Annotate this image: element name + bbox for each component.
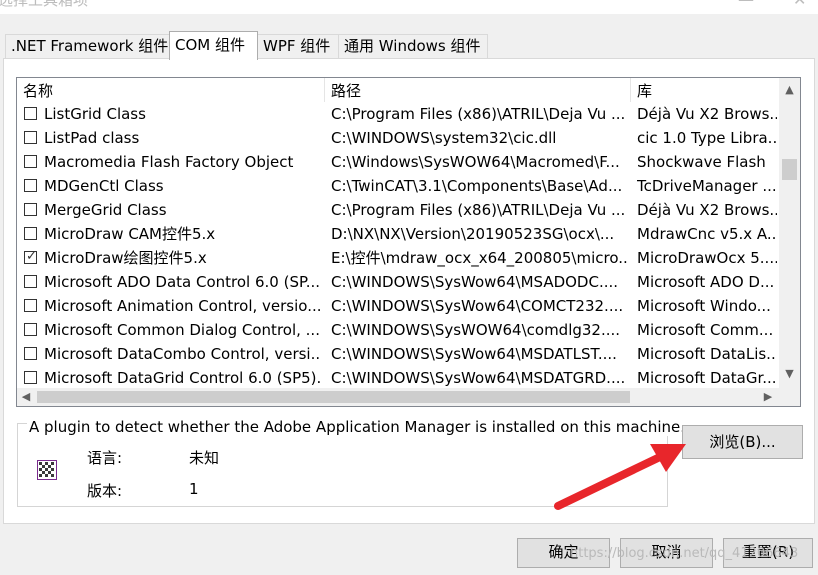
horizontal-scroll-thumb[interactable]	[37, 391, 630, 403]
row-library: Microsoft DataGr...	[637, 369, 777, 387]
list-item[interactable]: Microsoft DataGrid Control 6.0 (SP5)... C…	[17, 366, 779, 390]
list-item[interactable]: Microsoft DataCombo Control, versi... C:\…	[17, 342, 779, 366]
minimize-icon[interactable]: —	[738, 0, 754, 9]
row-checkbox[interactable]	[24, 371, 37, 384]
language-label: 语言:	[87, 449, 123, 467]
row-checkbox[interactable]	[24, 179, 37, 192]
vertical-scroll-thumb[interactable]	[782, 159, 797, 180]
scroll-down-icon[interactable]: ▼	[779, 365, 800, 382]
window-title: 选择工具箱项	[0, 0, 89, 9]
row-path: C:\WINDOWS\SysWow64\COMCT232....	[331, 297, 624, 315]
column-header-name[interactable]: 名称	[17, 78, 325, 102]
column-header-path[interactable]: 路径	[325, 78, 631, 102]
row-checkbox[interactable]	[24, 347, 37, 360]
row-name: MicroDraw绘图控件5.x	[44, 249, 207, 267]
list-item[interactable]: Microsoft ADO Data Control 6.0 (SP... C:\…	[17, 270, 779, 294]
list-item[interactable]: ListGrid Class C:\Program Files (x86)\ATR…	[17, 102, 779, 126]
column-header-library[interactable]: 库	[631, 78, 779, 102]
list-item[interactable]: Macromedia Flash Factory Object C:\Window…	[17, 150, 779, 174]
horizontal-scrollbar[interactable]: ◀ ▶	[17, 388, 779, 406]
row-library: Microsoft Comm...	[637, 321, 774, 339]
row-checkbox[interactable]	[24, 323, 37, 336]
language-value: 未知	[189, 449, 220, 467]
row-path: C:\WINDOWS\SysWow64\MSDATGRD....	[331, 369, 626, 387]
row-name: MergeGrid Class	[44, 201, 167, 219]
component-icon	[37, 460, 57, 480]
watermark-text: https://blog.csdn.net/qq_41206643	[570, 546, 799, 561]
version-label: 版本:	[87, 482, 123, 500]
row-checkbox[interactable]	[24, 275, 37, 288]
row-library: Déjà Vu X2 Brows...	[637, 201, 777, 219]
row-name: Macromedia Flash Factory Object	[44, 153, 294, 171]
row-library: MicroDrawOcx 5....	[637, 249, 777, 267]
list-item[interactable]: ListPad class C:\WINDOWS\system32\cic.dll…	[17, 126, 779, 150]
row-checkbox[interactable]	[24, 155, 37, 168]
scroll-left-icon[interactable]: ◀	[17, 388, 35, 406]
list-rows: ListGrid Class C:\Program Files (x86)\ATR…	[17, 102, 779, 392]
list-item[interactable]: MDGenCtl Class C:\TwinCAT\3.1\Components\…	[17, 174, 779, 198]
row-name: Microsoft DataGrid Control 6.0 (SP5)...	[44, 369, 321, 387]
row-name: MDGenCtl Class	[44, 177, 164, 195]
row-path: C:\WINDOWS\SysWow64\MSADODC....	[331, 273, 619, 291]
scroll-right-icon[interactable]: ▶	[759, 388, 777, 406]
row-library: Déjà Vu X2 Brows...	[637, 105, 777, 123]
annotation-arrow-icon	[554, 444, 686, 510]
row-library: MdrawCnc v5.x A...	[637, 225, 777, 243]
row-path: E:\控件\mdraw_ocx_x64_200805\micro...	[331, 249, 629, 267]
list-item[interactable]: Microsoft Common Dialog Control, ... C:\W…	[17, 318, 779, 342]
row-name: Microsoft Animation Control, versio...	[44, 297, 321, 315]
row-path: C:\Program Files (x86)\ATRIL\Deja Vu ...	[331, 105, 626, 123]
scroll-up-icon[interactable]: ▲	[779, 81, 800, 98]
list-item[interactable]: ✓ MicroDraw绘图控件5.x E:\控件\mdraw_ocx_x64_200…	[17, 246, 779, 270]
row-library: Microsoft DataLis...	[637, 345, 777, 363]
close-icon[interactable]: ✕	[793, 0, 806, 9]
row-checkbox[interactable]	[24, 299, 37, 312]
list-item[interactable]: Microsoft Animation Control, versio... C:…	[17, 294, 779, 318]
window-titlebar: 选择工具箱项 — ✕	[0, 0, 818, 14]
checkbox-check-icon: ✓	[26, 249, 37, 264]
row-path: C:\WINDOWS\SysWow64\MSDATLST....	[331, 345, 617, 363]
list-header: 名称 路径 库	[17, 78, 779, 102]
row-library: Shockwave Flash	[637, 153, 766, 171]
row-name: MicroDraw CAM控件5.x	[44, 225, 216, 243]
row-library: Microsoft Windo...	[637, 297, 771, 315]
row-name: ListPad class	[44, 129, 140, 147]
list-item[interactable]: MicroDraw CAM控件5.x D:\NX\NX\Version\20190…	[17, 222, 779, 246]
row-path: C:\TwinCAT\3.1\Components\Base\Ad...	[331, 177, 623, 195]
row-library: TcDriveManager ...	[637, 177, 777, 195]
row-library: Microsoft ADO D...	[637, 273, 775, 291]
row-checkbox[interactable]	[24, 107, 37, 120]
scrollbar-corner	[779, 388, 800, 406]
row-name: Microsoft DataCombo Control, versi...	[44, 345, 321, 363]
row-checkbox[interactable]: ✓	[24, 249, 37, 264]
row-path: C:\WINDOWS\SysWOW64\comdlg32....	[331, 321, 621, 339]
row-name: ListGrid Class	[44, 105, 146, 123]
list-item[interactable]: MergeGrid Class C:\Program Files (x86)\AT…	[17, 198, 779, 222]
row-checkbox[interactable]	[24, 131, 37, 144]
tab-wpf-components[interactable]: WPF 组件	[257, 34, 339, 58]
version-value: 1	[189, 480, 199, 498]
row-path: D:\NX\NX\Version\20190523SG\ocx\...	[331, 225, 615, 243]
row-checkbox[interactable]	[24, 227, 37, 240]
row-checkbox[interactable]	[24, 203, 37, 216]
row-path: C:\Program Files (x86)\ATRIL\Deja Vu ...	[331, 201, 626, 219]
vertical-scrollbar[interactable]: ▲ ▼	[779, 78, 800, 392]
tab-universal-windows[interactable]: 通用 Windows 组件	[338, 34, 488, 58]
tab-com-components[interactable]: COM 组件	[169, 31, 258, 60]
row-path: C:\WINDOWS\system32\cic.dll	[331, 129, 557, 147]
row-library: cic 1.0 Type Libra...	[637, 129, 777, 147]
row-path: C:\Windows\SysWOW64\Macromed\F...	[331, 153, 620, 171]
com-component-list[interactable]: 名称 路径 库 ListGrid Class C:\Program Files (…	[16, 77, 801, 407]
row-name: Microsoft ADO Data Control 6.0 (SP...	[44, 273, 320, 291]
row-name: Microsoft Common Dialog Control, ...	[44, 321, 320, 339]
tab-dotnet-framework[interactable]: .NET Framework 组件	[5, 34, 170, 58]
